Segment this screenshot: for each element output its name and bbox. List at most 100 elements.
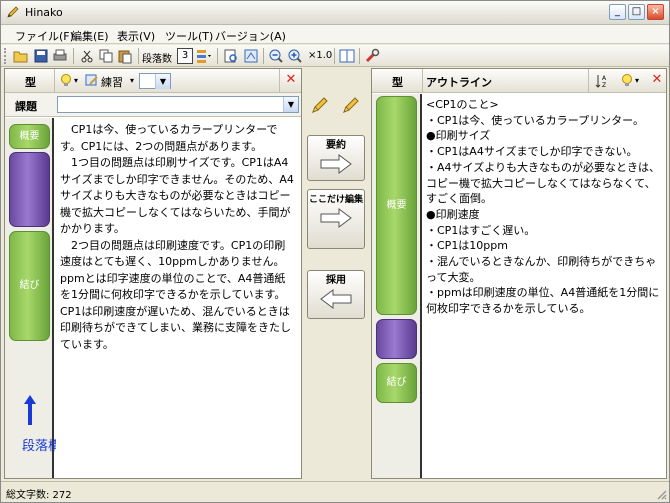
outline-line: ・ppmは印刷速度の単位、A4普通紙を1分間に何枚印字できるかを示している。 [426, 286, 660, 316]
pencil-icon[interactable] [342, 96, 360, 114]
toolbar-separator [359, 48, 360, 64]
outline-body-button[interactable] [376, 319, 417, 359]
toolbar-separator [138, 48, 139, 64]
header-divider [279, 69, 280, 93]
menu-file[interactable]: ファイル(F) [15, 28, 74, 44]
outline-line: ●印刷サイズ [426, 129, 491, 143]
middle-panel: 要約 ここだけ編集 採用 [304, 68, 368, 479]
paragraph-count-label: 段落数 [142, 54, 172, 65]
zoom-out-icon[interactable] [268, 48, 284, 64]
delete-x-icon[interactable]: ✕ [284, 73, 298, 87]
adopt-button[interactable]: 採用 [307, 270, 365, 319]
status-bar: 総文字数: 272 [1, 481, 669, 502]
title-bar: Hinako _ □ × [1, 1, 669, 25]
summarize-label: 要約 [326, 140, 346, 151]
style-dropdown-arrow[interactable]: ▾ [130, 76, 134, 85]
outline-line: ・A4サイズよりも大きなものが必要なときは、コピー機で拡大コピーしなくてはならな… [426, 160, 660, 206]
outline-line: ・CP1は今、使っているカラープリンター。 [426, 113, 644, 127]
menu-view[interactable]: 表示(V) [117, 28, 155, 44]
outline-line: ・混んでいるときなんか、印刷待ちができちゃって大変。 [426, 255, 657, 284]
up-arrow-icon [24, 395, 36, 425]
outline-label: アウトライン [426, 76, 492, 89]
header-divider [588, 69, 589, 93]
lightbulb-dropdown-arrow[interactable]: ▾ [635, 76, 639, 85]
essay-paragraph: CP1は今、使っているカラープリンターです。CP1には、2つの問題点があります。 [60, 123, 278, 153]
menu-bar: ファイル(F) 編集(E) 表示(V) ツール(T) バージョン(A) [1, 25, 669, 44]
right-panel-header: 型 アウトライン AZ ▾ ✕ [372, 69, 666, 93]
outline-line: <CP1のこと> [426, 98, 499, 111]
essay-paragraph: 2つ目の問題点は印刷速度です。CP1の印刷速度はとても遅く、10ppmしかありま… [60, 238, 291, 351]
sort-icon[interactable]: AZ [595, 73, 611, 89]
conclusion-paragraph-button[interactable]: 結び [9, 231, 50, 341]
left-panel: 型 ▾ 練習 ▾ ▼ ✕ 課題 ▼ 概要 結び 段落構成ボタン [4, 68, 302, 479]
outline-summary-button[interactable]: 概要 [376, 96, 417, 315]
paragraph-structure-dropdown-icon[interactable] [196, 48, 212, 64]
pencil-app-icon [7, 6, 19, 18]
essay-text-area[interactable]: CP1は今、使っているカラープリンターです。CP1には、2つの問題点があります。… [56, 118, 301, 478]
toolbar-separator [334, 48, 335, 64]
lightbulb-dropdown-arrow[interactable]: ▾ [74, 76, 78, 85]
style-pencil-icon[interactable] [85, 73, 99, 87]
paragraph-count-field[interactable]: 3 [177, 48, 193, 64]
print-icon[interactable] [52, 48, 68, 64]
total-chars-status: 総文字数: 272 [6, 490, 72, 501]
toolbar-separator [217, 48, 218, 64]
toolbar-grip[interactable] [4, 48, 7, 64]
color-select[interactable]: ▼ [139, 73, 171, 89]
preview-icon[interactable] [223, 48, 239, 64]
body-paragraph-button[interactable] [9, 152, 50, 227]
chevron-down-icon[interactable]: ▼ [155, 74, 170, 89]
split-view-icon[interactable] [339, 48, 355, 64]
zoom-in-icon[interactable] [287, 48, 303, 64]
lightbulb-icon[interactable] [620, 73, 634, 87]
svg-text:A: A [602, 75, 607, 82]
delete-x-icon[interactable]: ✕ [650, 73, 664, 87]
window-title: Hinako [25, 6, 63, 19]
minimize-button[interactable]: _ [609, 4, 626, 20]
essay-paragraph: 1つ目の問題点は印刷サイズです。CP1はA4サイズまでしか印字できません。そのた… [60, 156, 294, 235]
style-select-label[interactable]: 練習 [101, 74, 123, 90]
edit-here-only-button[interactable]: ここだけ編集 [307, 189, 365, 249]
pencil-icon[interactable] [311, 96, 329, 114]
task-select[interactable]: ▼ [57, 96, 299, 113]
adopt-label: 採用 [326, 275, 346, 286]
left-panel-header: 型 ▾ 練習 ▾ ▼ ✕ [5, 69, 301, 93]
right-arrow-icon [320, 154, 352, 174]
edit-here-only-label: ここだけ編集 [308, 195, 363, 205]
zoom-level: ×1.0 [308, 50, 333, 61]
header-divider [422, 69, 423, 93]
close-button[interactable]: × [647, 4, 664, 20]
outline-text-area[interactable]: <CP1のこと> ・CP1は今、使っているカラープリンター。 ●印刷サイズ ・C… [424, 94, 666, 478]
task-label: 課題 [15, 100, 37, 113]
lightbulb-icon[interactable] [59, 73, 73, 87]
paste-icon[interactable] [117, 48, 133, 64]
right-type-label: 型 [392, 76, 403, 89]
menu-edit[interactable]: 編集(E) [71, 28, 109, 44]
open-folder-icon[interactable] [13, 48, 29, 64]
toolbar-separator [73, 48, 74, 64]
resize-grip-icon[interactable] [655, 488, 667, 500]
header-divider [54, 69, 55, 93]
toolbar-separator [263, 48, 264, 64]
left-type-label: 型 [25, 76, 36, 89]
menu-tools[interactable]: ツール(T) [165, 28, 213, 44]
menu-version[interactable]: バージョン(A) [215, 28, 286, 44]
cut-icon[interactable] [79, 48, 95, 64]
toolbar: 段落数 3 ×1.0 [1, 45, 669, 67]
maximize-button[interactable]: □ [628, 4, 645, 20]
summarize-button[interactable]: 要約 [307, 135, 365, 181]
outline-conclusion-button[interactable]: 結び [376, 363, 417, 403]
settings-tools-icon[interactable] [364, 48, 380, 64]
paragraph-button-column: 概要 結び 段落構成ボタン [5, 118, 113, 478]
outline-line: ・CP1はすごく遅い。 [426, 223, 536, 237]
right-arrow-icon [320, 208, 352, 228]
left-arrow-icon [320, 289, 352, 309]
copy-icon[interactable] [98, 48, 114, 64]
summary-paragraph-button[interactable]: 概要 [9, 124, 50, 149]
find-replace-icon[interactable] [243, 48, 259, 64]
chevron-down-icon[interactable]: ▼ [283, 97, 298, 112]
save-icon[interactable] [33, 48, 49, 64]
outline-line: ・CP1はA4サイズまでしか印字できない。 [426, 145, 638, 159]
outline-line: ・CP1は10ppm [426, 239, 508, 253]
task-row: 課題 ▼ [5, 93, 301, 117]
